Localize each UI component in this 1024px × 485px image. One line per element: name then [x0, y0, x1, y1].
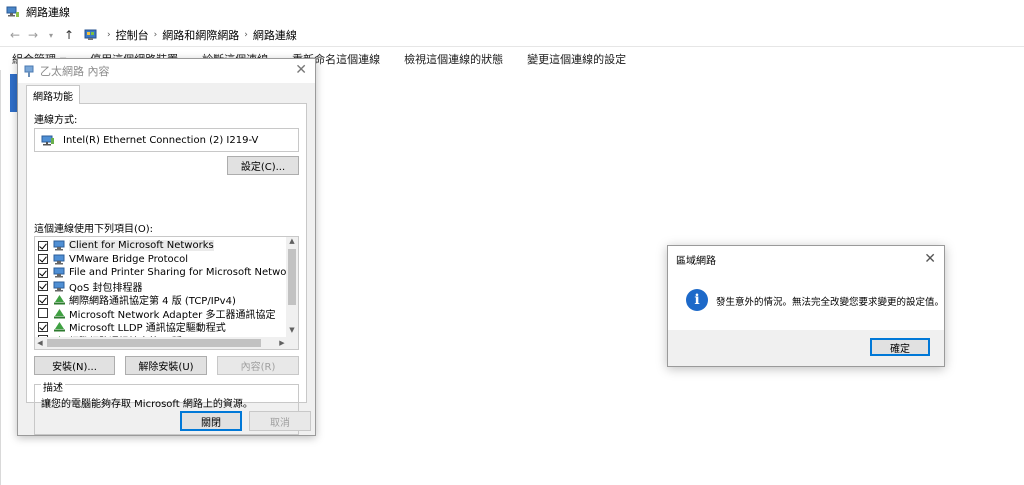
networking-tab-panel: 連線方式: Intel(R) Ethernet Connection (2) I…: [26, 103, 307, 435]
protocol-icon: [53, 308, 66, 319]
information-icon: i: [686, 289, 708, 311]
network-service-icon: [53, 267, 66, 278]
dialog-title: 乙太網路 內容: [40, 65, 110, 78]
item-label: File and Printer Sharing for Microsoft N…: [69, 267, 299, 278]
adapter-name: Intel(R) Ethernet Connection (2) I219-V: [63, 134, 259, 146]
messagebox-text: 發生意外的情況。無法完全改變您要求變更的設定值。: [716, 297, 945, 308]
breadcrumb-network-connections[interactable]: 網路連線: [253, 27, 297, 43]
list-item[interactable]: Microsoft Network Adapter 多工器通訊協定: [38, 307, 275, 321]
network-adapter-icon: [41, 135, 55, 146]
uninstall-button[interactable]: 解除安裝(U): [125, 356, 207, 375]
item-checkbox[interactable]: [38, 281, 48, 291]
messagebox-body: i 發生意外的情況。無法完全改變您要求變更的設定值。: [668, 272, 944, 330]
properties-button[interactable]: 內容(R): [217, 356, 299, 375]
dialog-titlebar: 乙太網路 內容 ✕: [18, 59, 315, 83]
ok-button[interactable]: 確定: [870, 338, 930, 356]
connect-using-label: 連線方式:: [34, 115, 78, 126]
components-list: Client for Microsoft Networks VMware Bri…: [34, 236, 299, 350]
scroll-right-icon[interactable]: ▶: [277, 337, 287, 349]
horizontal-scrollbar[interactable]: ◀ ▶: [35, 337, 298, 349]
breadcrumb-separator-icon: ›: [107, 30, 111, 40]
change-settings-button[interactable]: 變更這個連線的設定: [527, 51, 626, 67]
view-status-button[interactable]: 檢視這個連線的狀態: [404, 51, 503, 67]
network-connections-icon: [6, 6, 20, 18]
vertical-scrollbar[interactable]: ▲ ▼: [286, 237, 298, 337]
item-checkbox[interactable]: [38, 240, 48, 251]
breadcrumb-network-internet[interactable]: 網路和網際網路: [162, 27, 239, 43]
messagebox-titlebar: 區域網路 ✕: [668, 246, 944, 272]
item-checkbox[interactable]: [38, 294, 48, 305]
configure-button[interactable]: 設定(C)...: [227, 156, 299, 175]
scroll-thumb[interactable]: [47, 339, 261, 347]
install-button[interactable]: 安裝(N)...: [34, 356, 115, 375]
up-arrow-icon[interactable]: ↑: [60, 28, 78, 42]
item-checkbox[interactable]: [38, 267, 48, 278]
protocol-icon: [53, 321, 66, 332]
scroll-left-icon[interactable]: ◀: [35, 337, 45, 349]
local-area-network-messagebox: 區域網路 ✕ i 發生意外的情況。無法完全改變您要求變更的設定值。 確定: [667, 245, 945, 367]
control-panel-icon: [84, 29, 98, 41]
list-item[interactable]: File and Printer Sharing for Microsoft N…: [38, 266, 299, 279]
breadcrumb-separator-icon: ›: [244, 30, 248, 40]
adapter-field: Intel(R) Ethernet Connection (2) I219-V: [34, 128, 299, 152]
recent-locations-chevron-icon[interactable]: ▾: [42, 31, 60, 40]
scroll-thumb[interactable]: [288, 249, 296, 305]
network-service-icon: [53, 281, 66, 292]
forward-arrow-icon[interactable]: →: [24, 28, 42, 42]
address-bar: ← → ▾ ↑ › 控制台 › 網路和網際網路 › 網路連線: [0, 24, 1024, 46]
scroll-down-icon[interactable]: ▼: [286, 326, 298, 336]
ethernet-properties-dialog: 乙太網路 內容 ✕ 網路功能 連線方式: Intel(R) Ethernet C…: [17, 58, 316, 436]
list-item[interactable]: Microsoft LLDP 通訊協定驅動程式: [38, 320, 226, 334]
cancel-button[interactable]: 取消: [249, 411, 311, 431]
window-title: 網路連線: [26, 6, 70, 19]
item-checkbox[interactable]: [38, 321, 48, 332]
scrollbar-corner: [288, 337, 298, 349]
network-service-icon: [53, 254, 66, 265]
list-item[interactable]: VMware Bridge Protocol: [38, 253, 188, 266]
breadcrumb: › 控制台 › 網路和網際網路 › 網路連線: [84, 27, 297, 43]
items-list-label: 這個連線使用下列項目(O):: [34, 224, 154, 235]
breadcrumb-separator-icon: ›: [153, 30, 158, 40]
list-item[interactable]: QoS 封包排程器: [38, 280, 143, 294]
messagebox-title: 區域網路: [676, 255, 716, 267]
tab-networking[interactable]: 網路功能: [26, 85, 80, 104]
back-arrow-icon[interactable]: ←: [6, 28, 24, 42]
description-label: 描述: [41, 379, 65, 394]
close-icon[interactable]: ✕: [295, 62, 307, 78]
item-checkbox[interactable]: [38, 308, 48, 318]
item-checkbox[interactable]: [38, 254, 48, 264]
content-divider: [0, 70, 1, 485]
ethernet-icon: [24, 65, 34, 78]
item-label: Client for Microsoft Networks: [69, 240, 214, 251]
network-client-icon: [53, 240, 66, 251]
list-item[interactable]: Client for Microsoft Networks: [38, 239, 214, 252]
scroll-up-icon[interactable]: ▲: [286, 237, 298, 247]
breadcrumb-control-panel[interactable]: 控制台: [116, 27, 149, 43]
item-label: VMware Bridge Protocol: [69, 253, 189, 265]
description-text: 讓您的電腦能夠存取 Microsoft 網路上的資源。: [41, 399, 253, 410]
protocol-icon: [53, 294, 66, 305]
close-button[interactable]: 關閉: [180, 411, 242, 431]
list-item[interactable]: 網際網路通訊協定第 4 版 (TCP/IPv4): [38, 293, 236, 307]
close-icon[interactable]: ✕: [924, 251, 936, 267]
explorer-titlebar: 網路連線: [0, 0, 1024, 24]
